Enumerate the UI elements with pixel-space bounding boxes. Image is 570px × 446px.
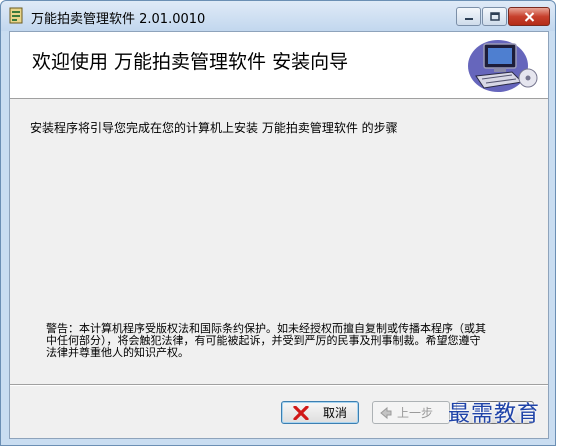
intro-text: 安装程序将引导您完成在您的计算机上安装 万能拍卖管理软件 的步骤	[30, 121, 398, 135]
banner-title: 欢迎使用 万能拍卖管理软件 安装向导	[32, 51, 349, 73]
wizard-banner: 欢迎使用 万能拍卖管理软件 安装向导	[10, 32, 548, 99]
computer-install-icon	[468, 40, 538, 92]
back-button[interactable]: 上一步	[372, 401, 450, 424]
close-icon	[524, 11, 534, 22]
warning-line: 法律并尊重他人的知识产权。	[46, 346, 189, 359]
maximize-button[interactable]	[482, 7, 507, 26]
minimize-icon	[464, 17, 473, 20]
wizard-content: 欢迎使用 万能拍卖管理软件 安装向导 安装程序将引导您完成在您的计算机上安装 万…	[9, 31, 549, 439]
watermark-text: 最需教育	[448, 402, 541, 427]
cancel-x-icon	[293, 405, 309, 420]
copyright-warning: 警告：本计算机程序受版权法和国际条约保护。如未经授权而擅自复制或传播本程序（或其…	[46, 323, 538, 359]
installer-window: 万能拍卖管理软件 2.01.0010 欢迎使用 万能拍卖管理软件 安装向导 安装…	[0, 0, 556, 446]
window-title: 万能拍卖管理软件 2.01.0010	[31, 12, 206, 27]
maximize-icon	[489, 12, 500, 21]
installer-app-icon	[9, 7, 23, 24]
button-divider	[10, 384, 548, 386]
back-label: 上一步	[397, 406, 434, 420]
title-bar[interactable]: 万能拍卖管理软件 2.01.0010	[1, 1, 555, 31]
minimize-button[interactable]	[456, 7, 481, 26]
cancel-button[interactable]: 取消	[281, 401, 359, 424]
back-arrow-icon	[380, 406, 392, 419]
cancel-label: 取消	[323, 406, 348, 420]
close-button[interactable]	[508, 7, 550, 26]
